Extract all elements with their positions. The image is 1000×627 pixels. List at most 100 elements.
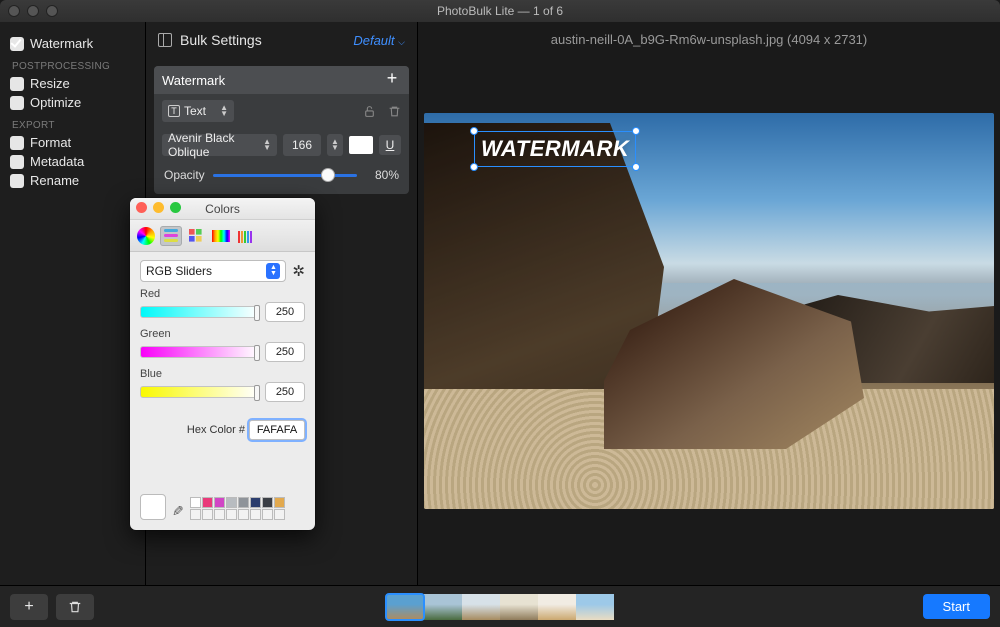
image-filename: austin-neill-0A_b9G-Rm6w-unsplash.jpg (4… bbox=[418, 22, 1000, 57]
hex-field[interactable]: FAFAFA bbox=[249, 420, 305, 440]
remove-image-button[interactable] bbox=[56, 594, 94, 620]
add-images-button[interactable]: + bbox=[10, 594, 48, 620]
sidebar-item-watermark[interactable]: Watermark bbox=[10, 36, 135, 51]
palette-swatch-empty[interactable] bbox=[238, 509, 249, 520]
checkbox-optimize[interactable] bbox=[10, 96, 24, 110]
slider-knob[interactable] bbox=[254, 305, 260, 321]
start-label: Start bbox=[943, 599, 970, 614]
updown-icon: ▲▼ bbox=[331, 139, 339, 151]
pencils-icon bbox=[238, 229, 254, 243]
checkbox-rename[interactable] bbox=[10, 174, 24, 188]
preview-panel: austin-neill-0A_b9G-Rm6w-unsplash.jpg (4… bbox=[418, 22, 1000, 585]
chevron-down-icon: ⌵ bbox=[398, 37, 405, 47]
preset-dropdown[interactable]: Default ⌵ bbox=[353, 33, 405, 48]
thumbnail[interactable] bbox=[424, 594, 462, 620]
red-slider[interactable] bbox=[140, 306, 259, 318]
palette-swatch[interactable] bbox=[190, 497, 201, 508]
image-palettes-tab[interactable] bbox=[210, 226, 232, 246]
green-value-field[interactable]: 250 bbox=[265, 342, 305, 362]
colors-window[interactable]: Colors RGB Sliders ▲▼ ✲ Red 250 bbox=[130, 198, 315, 530]
palette-swatch[interactable] bbox=[202, 497, 213, 508]
hex-label: Hex Color # bbox=[187, 424, 245, 436]
underline-button[interactable]: U bbox=[379, 135, 401, 155]
close-dot[interactable] bbox=[136, 202, 147, 213]
unlock-icon[interactable] bbox=[363, 105, 376, 118]
color-swatch-button[interactable] bbox=[349, 136, 373, 154]
thumbnail-strip bbox=[386, 594, 614, 620]
palette-swatch[interactable] bbox=[226, 497, 237, 508]
add-watermark-button[interactable]: + bbox=[383, 71, 401, 89]
font-value: Avenir Black Oblique bbox=[168, 131, 263, 159]
palette-swatch-empty[interactable] bbox=[202, 509, 213, 520]
resize-handle-tr[interactable] bbox=[632, 127, 640, 135]
watermark-type-select[interactable]: T Text ▲▼ bbox=[162, 100, 234, 122]
palette-swatch-empty[interactable] bbox=[262, 509, 273, 520]
resize-handle-bl[interactable] bbox=[470, 163, 478, 171]
current-color-swatch[interactable] bbox=[140, 494, 166, 520]
color-sliders-tab[interactable] bbox=[160, 226, 182, 246]
start-button[interactable]: Start bbox=[923, 594, 990, 619]
zoom-dot[interactable] bbox=[170, 202, 181, 213]
font-size-field[interactable]: 166 bbox=[283, 134, 321, 156]
palette-swatch[interactable] bbox=[274, 497, 285, 508]
updown-icon: ▲▼ bbox=[220, 105, 228, 117]
palette-swatch[interactable] bbox=[238, 497, 249, 508]
sidebar-item-rename[interactable]: Rename bbox=[10, 173, 135, 188]
checkbox-watermark[interactable] bbox=[10, 37, 24, 51]
checkbox-format[interactable] bbox=[10, 136, 24, 150]
thumbnail[interactable] bbox=[538, 594, 576, 620]
slider-handle[interactable] bbox=[321, 168, 335, 182]
slider-knob[interactable] bbox=[254, 345, 260, 361]
layout-icon[interactable] bbox=[158, 33, 172, 47]
minimize-dot[interactable] bbox=[153, 202, 164, 213]
thumbnail[interactable] bbox=[576, 594, 614, 620]
palette-swatch-empty[interactable] bbox=[190, 509, 201, 520]
thumbnail[interactable] bbox=[500, 594, 538, 620]
checkbox-resize[interactable] bbox=[10, 77, 24, 91]
image-preview[interactable]: WATERMARK bbox=[424, 113, 994, 509]
trash-icon[interactable] bbox=[388, 105, 401, 118]
blue-slider[interactable] bbox=[140, 386, 259, 398]
font-select[interactable]: Avenir Black Oblique ▲▼ bbox=[162, 134, 277, 156]
slider-mode-select[interactable]: RGB Sliders ▲▼ bbox=[140, 260, 286, 282]
sidebar: Watermark POSTPROCESSING Resize Optimize… bbox=[0, 22, 145, 585]
palette-swatch-empty[interactable] bbox=[214, 509, 225, 520]
pencils-tab[interactable] bbox=[235, 226, 257, 246]
blue-value-field[interactable]: 250 bbox=[265, 382, 305, 402]
palette-swatch-empty[interactable] bbox=[226, 509, 237, 520]
color-wheel-tab[interactable] bbox=[135, 226, 157, 246]
palette-swatch-empty[interactable] bbox=[250, 509, 261, 520]
palette-row bbox=[190, 497, 285, 508]
green-slider[interactable] bbox=[140, 346, 259, 358]
font-size-stepper[interactable]: ▲▼ bbox=[327, 134, 343, 156]
slider-knob[interactable] bbox=[254, 385, 260, 401]
palette-swatch[interactable] bbox=[250, 497, 261, 508]
palette-swatch-empty[interactable] bbox=[274, 509, 285, 520]
opacity-value: 80% bbox=[365, 168, 399, 182]
resize-handle-br[interactable] bbox=[632, 163, 640, 171]
sidebar-item-resize[interactable]: Resize bbox=[10, 76, 135, 91]
palette-swatch[interactable] bbox=[262, 497, 273, 508]
canvas: WATERMARK bbox=[418, 57, 1000, 585]
zoom-dot[interactable] bbox=[46, 5, 58, 17]
checkbox-metadata[interactable] bbox=[10, 155, 24, 169]
sidebar-item-optimize[interactable]: Optimize bbox=[10, 95, 135, 110]
red-value-field[interactable]: 250 bbox=[265, 302, 305, 322]
watermark-bounding-box[interactable]: WATERMARK bbox=[474, 131, 636, 167]
close-dot[interactable] bbox=[8, 5, 20, 17]
opacity-slider[interactable] bbox=[213, 174, 357, 177]
sidebar-item-metadata[interactable]: Metadata bbox=[10, 154, 135, 169]
gear-icon[interactable]: ✲ bbox=[292, 262, 305, 280]
minimize-dot[interactable] bbox=[27, 5, 39, 17]
resize-handle-tl[interactable] bbox=[470, 127, 478, 135]
font-size-value: 166 bbox=[292, 138, 312, 152]
palette-swatch[interactable] bbox=[214, 497, 225, 508]
watermark-card-header: Watermark + bbox=[154, 66, 409, 94]
thumbnail[interactable] bbox=[386, 594, 424, 620]
blue-label: Blue bbox=[140, 368, 305, 380]
thumbnail[interactable] bbox=[462, 594, 500, 620]
eyedropper-icon[interactable]: ✎ bbox=[172, 503, 184, 520]
sidebar-item-format[interactable]: Format bbox=[10, 135, 135, 150]
window-title: PhotoBulk Lite — 1 of 6 bbox=[437, 4, 563, 18]
color-palettes-tab[interactable] bbox=[185, 226, 207, 246]
